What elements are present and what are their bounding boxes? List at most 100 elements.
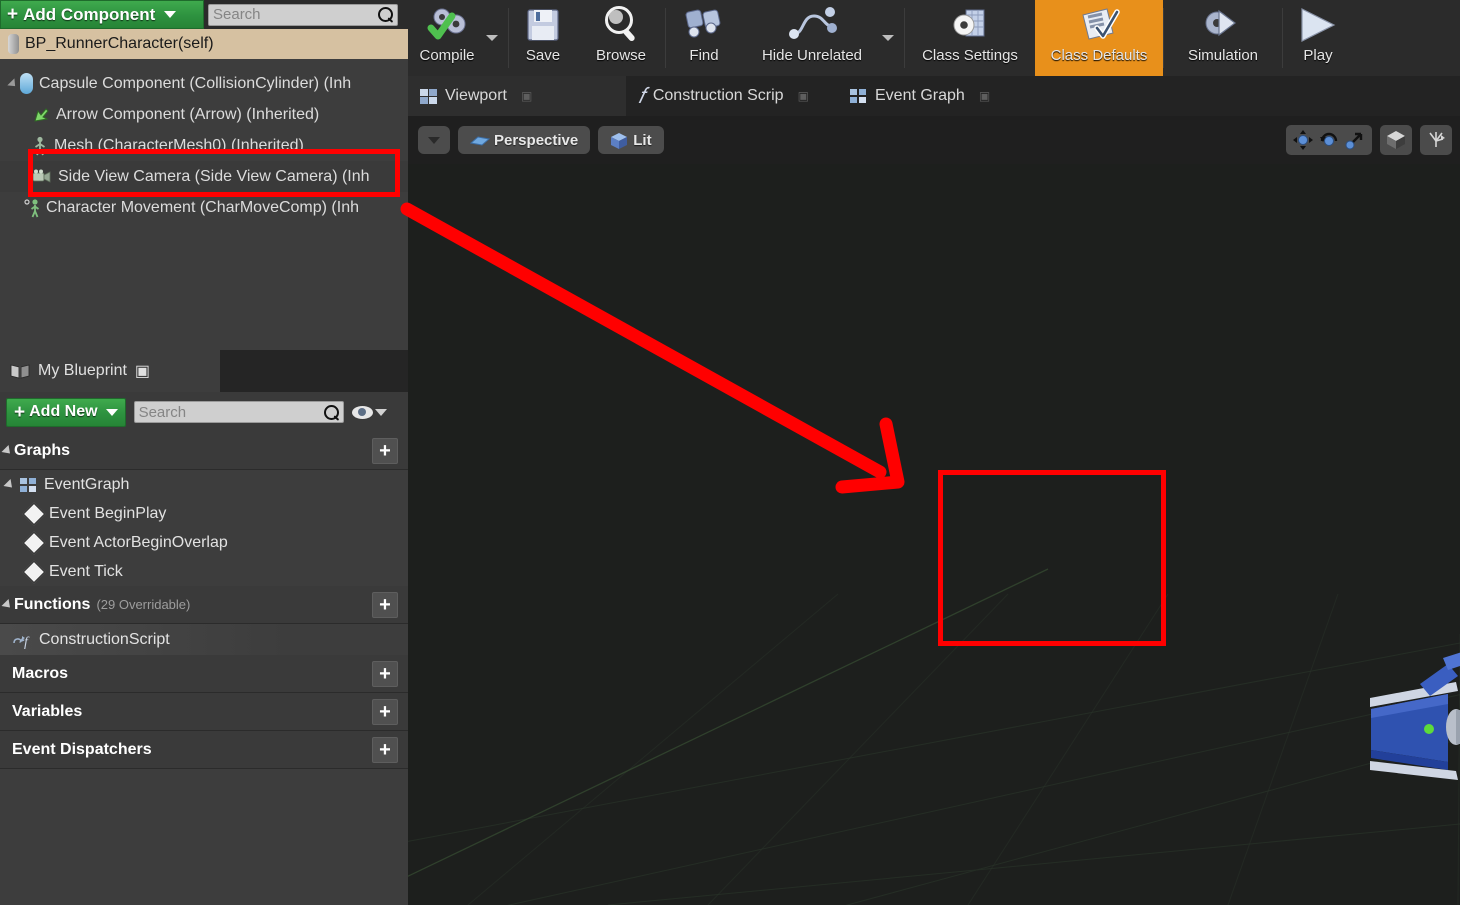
toolbar-button-browse[interactable]: Browse bbox=[577, 0, 665, 76]
toolbar-label: Save bbox=[525, 47, 561, 64]
chevron-down-icon bbox=[374, 408, 387, 416]
add-graph-button[interactable]: + bbox=[372, 437, 398, 464]
rotate-gizmo-icon[interactable] bbox=[1318, 129, 1340, 151]
view-mode-button[interactable]: Perspective bbox=[458, 126, 591, 154]
add-new-button[interactable]: + Add New bbox=[6, 397, 126, 427]
svg-text:f: f bbox=[24, 635, 30, 649]
chevron-expand-icon[interactable] bbox=[1, 598, 14, 611]
add-macro-button[interactable]: + bbox=[372, 660, 398, 687]
lit-cube-icon bbox=[610, 132, 628, 149]
function-script-icon: f bbox=[12, 632, 32, 650]
component-search-input[interactable]: Search bbox=[208, 3, 398, 26]
tree-row-root[interactable]: BP_RunnerCharacter(self) bbox=[0, 29, 408, 59]
chevron-expand-icon[interactable] bbox=[3, 478, 16, 491]
close-icon[interactable]: ▣ bbox=[798, 89, 809, 103]
tree-row-label: Capsule Component (CollisionCylinder) (I… bbox=[39, 74, 352, 92]
character-movement-icon bbox=[24, 198, 40, 218]
list-item-eventgraph[interactable]: EventGraph bbox=[0, 470, 408, 499]
list-item-event-actorbeginoverlap[interactable]: Event ActorBeginOverlap bbox=[0, 528, 408, 557]
toolbar-button-simulation[interactable]: Simulation bbox=[1164, 0, 1282, 76]
toolbar-button-class-settings[interactable]: Class Settings bbox=[905, 0, 1035, 76]
list-item-label: EventGraph bbox=[44, 475, 130, 493]
section-header-functions[interactable]: Functions (29 Overridable) + bbox=[0, 586, 408, 624]
toolbar-button-hide-unrelated[interactable]: Hide Unrelated bbox=[742, 0, 882, 76]
search-icon bbox=[323, 404, 339, 420]
document-tabs: Viewport ▣ 𝑓 Construction Scrip ▣ Event bbox=[408, 76, 1460, 116]
component-tree: BP_RunnerCharacter(self) Capsule Compone… bbox=[0, 29, 408, 350]
close-icon[interactable]: ▣ bbox=[979, 89, 990, 103]
tab-my-blueprint[interactable]: My Blueprint ▣ bbox=[0, 350, 220, 392]
tab-viewport[interactable]: Viewport ▣ bbox=[408, 76, 626, 116]
tree-row-label: Side View Camera (Side View Camera) (Inh bbox=[58, 167, 370, 185]
list-item-event-beginplay[interactable]: Event BeginPlay bbox=[0, 499, 408, 528]
visibility-filter-button[interactable] bbox=[351, 405, 387, 419]
unreal-blueprint-editor: + Add Component Search BP_RunnerCharacte… bbox=[0, 0, 1460, 905]
viewport-3d-scene bbox=[408, 164, 1460, 905]
toolbar-button-play[interactable]: Play bbox=[1283, 0, 1353, 76]
tab-label: My Blueprint bbox=[38, 362, 127, 379]
section-title: Event Dispatchers bbox=[12, 740, 152, 758]
view-mode-label: Perspective bbox=[494, 131, 579, 149]
section-header-graphs[interactable]: Graphs + bbox=[0, 432, 408, 470]
translate-gizmo-icon[interactable] bbox=[1292, 129, 1314, 151]
plus-icon: + bbox=[14, 401, 26, 423]
world-space-group bbox=[1380, 125, 1412, 155]
section-header-event-dispatchers[interactable]: Event Dispatchers + bbox=[0, 731, 408, 769]
add-component-label: Add Component bbox=[23, 4, 156, 24]
tab-event-graph[interactable]: Event Graph ▣ bbox=[838, 76, 1056, 116]
tree-row-label: Arrow Component (Arrow) (Inherited) bbox=[56, 105, 320, 123]
tree-row-capsule-component[interactable]: Capsule Component (CollisionCylinder) (I… bbox=[0, 68, 408, 99]
list-item-event-tick[interactable]: Event Tick bbox=[0, 557, 408, 586]
browse-icon bbox=[600, 4, 642, 48]
chevron-expand-icon[interactable] bbox=[7, 77, 19, 90]
add-function-button[interactable]: + bbox=[372, 591, 398, 618]
my-blueprint-tabstrip: My Blueprint ▣ bbox=[0, 350, 408, 392]
tree-row-arrow-component[interactable]: Arrow Component (Arrow) (Inherited) bbox=[0, 99, 408, 130]
scale-gizmo-icon[interactable] bbox=[1344, 129, 1366, 151]
blueprint-search-input[interactable]: Search bbox=[133, 401, 344, 423]
close-icon[interactable]: ▣ bbox=[521, 89, 532, 103]
viewport-canvas[interactable] bbox=[408, 164, 1460, 905]
list-item-constructionscript[interactable]: f ConstructionScript bbox=[0, 624, 408, 655]
list-item-label: Event Tick bbox=[49, 562, 123, 580]
tree-row-side-view-camera[interactable]: Side View Camera (Side View Camera) (Inh bbox=[0, 161, 408, 192]
section-header-macros[interactable]: Macros + bbox=[0, 655, 408, 693]
tree-row-mesh[interactable]: Mesh (CharacterMesh0) (Inherited) bbox=[0, 130, 408, 161]
event-node-icon bbox=[22, 531, 46, 554]
chevron-expand-icon[interactable] bbox=[1, 444, 14, 457]
close-icon[interactable]: ▣ bbox=[135, 361, 150, 381]
chevron-down-icon bbox=[428, 136, 440, 144]
capsule-icon bbox=[20, 73, 33, 94]
toolbar-button-find[interactable]: Find bbox=[666, 0, 742, 76]
hide-unrelated-dropdown-icon[interactable] bbox=[882, 35, 894, 41]
eye-icon bbox=[351, 405, 373, 419]
surface-snap-group bbox=[1420, 125, 1452, 155]
toolbar-button-save[interactable]: Save bbox=[509, 0, 577, 76]
section-header-variables[interactable]: Variables + bbox=[0, 693, 408, 731]
list-item-label: ConstructionScript bbox=[39, 630, 170, 648]
tab-label: Event Graph bbox=[875, 87, 965, 104]
world-space-icon[interactable] bbox=[1385, 129, 1407, 151]
hide-unrelated-icon bbox=[786, 4, 838, 48]
viewport-options-button[interactable] bbox=[418, 126, 450, 154]
surface-snap-icon[interactable] bbox=[1425, 129, 1447, 151]
toolbar-label: Class Defaults bbox=[1050, 47, 1148, 64]
graph-icon bbox=[20, 477, 37, 492]
compile-dropdown-icon[interactable] bbox=[486, 35, 498, 41]
perspective-icon bbox=[469, 134, 491, 146]
add-variable-button[interactable]: + bbox=[372, 698, 398, 725]
mesh-icon bbox=[32, 136, 48, 156]
lighting-mode-button[interactable]: Lit bbox=[598, 126, 664, 154]
toolbar-button-compile[interactable]: Compile bbox=[408, 0, 486, 76]
toolbar-label: Class Settings bbox=[922, 47, 1018, 64]
add-new-label: Add New bbox=[29, 403, 98, 420]
tree-row-label: Mesh (CharacterMesh0) (Inherited) bbox=[54, 136, 304, 154]
tab-construction-script[interactable]: 𝑓 Construction Scrip ▣ bbox=[626, 76, 838, 116]
viewport-right-tools bbox=[1286, 125, 1452, 155]
add-event-dispatcher-button[interactable]: + bbox=[372, 736, 398, 763]
toolbar-button-class-defaults[interactable]: Class Defaults bbox=[1035, 0, 1163, 76]
tree-row-character-movement[interactable]: Character Movement (CharMoveComp) (Inh bbox=[0, 192, 408, 223]
toolbar-label: Hide Unrelated bbox=[761, 47, 863, 64]
search-icon bbox=[378, 7, 393, 22]
add-component-button[interactable]: + Add Component bbox=[0, 0, 204, 29]
